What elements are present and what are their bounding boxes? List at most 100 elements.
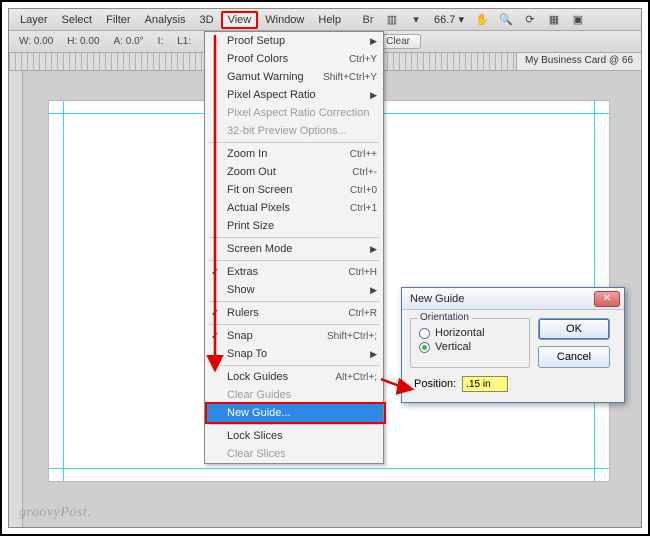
menu-item[interactable]: Lock Guides Alt+Ctrl+; (205, 368, 383, 386)
opt-angle: A: 0.0° (114, 36, 144, 47)
menu-item[interactable]: ✓ExtrasCtrl+H (205, 263, 383, 281)
menu-item[interactable]: Proof Colors Ctrl+Y (205, 50, 383, 68)
opt-l1: L1: (177, 36, 191, 47)
menu-item[interactable]: Show▶ (205, 281, 383, 299)
cancel-button[interactable]: Cancel (538, 346, 610, 368)
menu-separator (209, 260, 379, 261)
check-icon: ✓ (211, 331, 219, 342)
menu-item-label: Gamut Warning (227, 71, 304, 83)
menu-item-label: Clear Slices (227, 448, 286, 460)
menu-item-label: Zoom In (227, 148, 267, 160)
menu-item[interactable]: Proof Setup ▶ (205, 32, 383, 50)
menu-item[interactable]: Pixel Aspect Ratio ▶ (205, 86, 383, 104)
menu-layer[interactable]: Layer (13, 11, 55, 29)
check-icon: ✓ (211, 308, 219, 319)
check-icon: ✓ (211, 267, 219, 278)
menu-shortcut: Alt+Ctrl+; (335, 372, 377, 383)
menu-item-label: Lock Slices (227, 430, 283, 442)
menu-item-label: Pixel Aspect Ratio (227, 89, 316, 101)
menu-item[interactable]: Lock Slices (205, 427, 383, 445)
menu-view[interactable]: View (221, 11, 259, 29)
menu-item[interactable]: ✓RulersCtrl+R (205, 304, 383, 322)
menu-shortcut: Ctrl+Y (349, 54, 377, 65)
radio-vertical[interactable]: Vertical (419, 341, 521, 353)
zoom-percent[interactable]: 66.7 ▾ (428, 13, 470, 26)
menu-item-label: Snap (227, 330, 253, 342)
document-tab[interactable]: My Business Card @ 66 (516, 53, 641, 70)
menu-item: Clear Guides (205, 386, 383, 404)
menu-item[interactable]: New Guide... (205, 404, 383, 422)
menu-separator (209, 237, 379, 238)
menu-item-label: Screen Mode (227, 243, 292, 255)
menu-separator (209, 324, 379, 325)
opt-height: H: 0.00 (67, 36, 99, 47)
menu-item[interactable]: Zoom Out Ctrl+- (205, 163, 383, 181)
menu-item-label: Print Size (227, 220, 274, 232)
menu-filter[interactable]: Filter (99, 11, 137, 29)
ruler-vertical (9, 71, 23, 527)
menu-analysis[interactable]: Analysis (138, 11, 193, 29)
bridge-icon[interactable]: Br (359, 12, 377, 28)
menu-item-label: Proof Setup (227, 35, 285, 47)
opt-i: I: (158, 36, 164, 47)
menubar: Layer Select Filter Analysis 3D View Win… (9, 9, 641, 31)
guide-horizontal[interactable] (49, 468, 609, 469)
arrange-icon[interactable]: ▦ (545, 12, 563, 28)
menu-item: 32-bit Preview Options... (205, 122, 383, 140)
menu-shortcut: Ctrl+0 (350, 185, 377, 196)
radio-dot (419, 328, 430, 339)
close-icon[interactable]: ✕ (594, 291, 620, 307)
dialog-title: New Guide (410, 293, 464, 305)
radio-dot-selected (419, 342, 430, 353)
screenmode-icon[interactable]: ▣ (569, 12, 587, 28)
radio-horizontal[interactable]: Horizontal (419, 327, 521, 339)
menu-item-label: Zoom Out (227, 166, 276, 178)
menu-item[interactable]: Fit on Screen Ctrl+0 (205, 181, 383, 199)
view-menu-dropdown: Proof Setup ▶ Proof Colors Ctrl+Y Gamut Warn… (204, 31, 384, 464)
menu-item-label: Extras (227, 266, 258, 278)
menu-shortcut: Ctrl+- (352, 167, 377, 178)
radio-label: Vertical (435, 341, 471, 353)
menu-item-label: Fit on Screen (227, 184, 292, 196)
hand-tool-icon[interactable]: ✋ (473, 12, 491, 28)
menu-item[interactable]: Gamut Warning Shift+Ctrl+Y (205, 68, 383, 86)
menu-item-label: Show (227, 284, 255, 296)
zoom-tool-icon[interactable]: 🔍 (497, 12, 515, 28)
submenu-arrow-icon: ▶ (370, 349, 377, 360)
menu-select[interactable]: Select (55, 11, 100, 29)
orientation-group: Orientation Horizontal Vertical (410, 318, 530, 368)
ok-button[interactable]: OK (538, 318, 610, 340)
menu-item[interactable]: Screen Mode ▶ (205, 240, 383, 258)
menu-item-label: Snap To (227, 348, 267, 360)
dialog-titlebar[interactable]: New Guide ✕ (402, 288, 624, 310)
tool-icon[interactable]: ▥ (383, 12, 401, 28)
menu-help[interactable]: Help (311, 11, 348, 29)
menu-separator (209, 142, 379, 143)
watermark: groovyPost. (19, 505, 91, 521)
menu-item-label: Proof Colors (227, 53, 288, 65)
submenu-arrow-icon: ▶ (370, 90, 377, 101)
menu-item[interactable]: Print Size (205, 217, 383, 235)
rotate-icon[interactable]: ⟳ (521, 12, 539, 28)
menu-item: Pixel Aspect Ratio Correction (205, 104, 383, 122)
menu-shortcut: Shift+Ctrl+Y (323, 72, 377, 83)
submenu-arrow-icon: ▶ (370, 244, 377, 255)
menu-item[interactable]: Zoom In Ctrl++ (205, 145, 383, 163)
position-input[interactable]: .15 in (462, 376, 508, 392)
dropdown-icon[interactable]: ▾ (407, 12, 425, 28)
menu-item[interactable]: Snap To ▶ (205, 345, 383, 363)
menu-item[interactable]: ✓SnapShift+Ctrl+; (205, 327, 383, 345)
menu-window[interactable]: Window (258, 11, 311, 29)
menu-item-label: Rulers (227, 307, 259, 319)
new-guide-dialog: New Guide ✕ Orientation Horizontal Verti… (401, 287, 625, 403)
menu-separator (209, 365, 379, 366)
submenu-arrow-icon: ▶ (370, 36, 377, 47)
guide-vertical[interactable] (63, 101, 64, 481)
menu-item: Clear Slices (205, 445, 383, 463)
menu-3d[interactable]: 3D (193, 11, 221, 29)
menu-item-label: Lock Guides (227, 371, 288, 383)
menu-item[interactable]: Actual PixelsCtrl+1 (205, 199, 383, 217)
menu-separator (209, 301, 379, 302)
menu-shortcut: Ctrl++ (350, 149, 377, 160)
position-label: Position: (414, 378, 456, 390)
